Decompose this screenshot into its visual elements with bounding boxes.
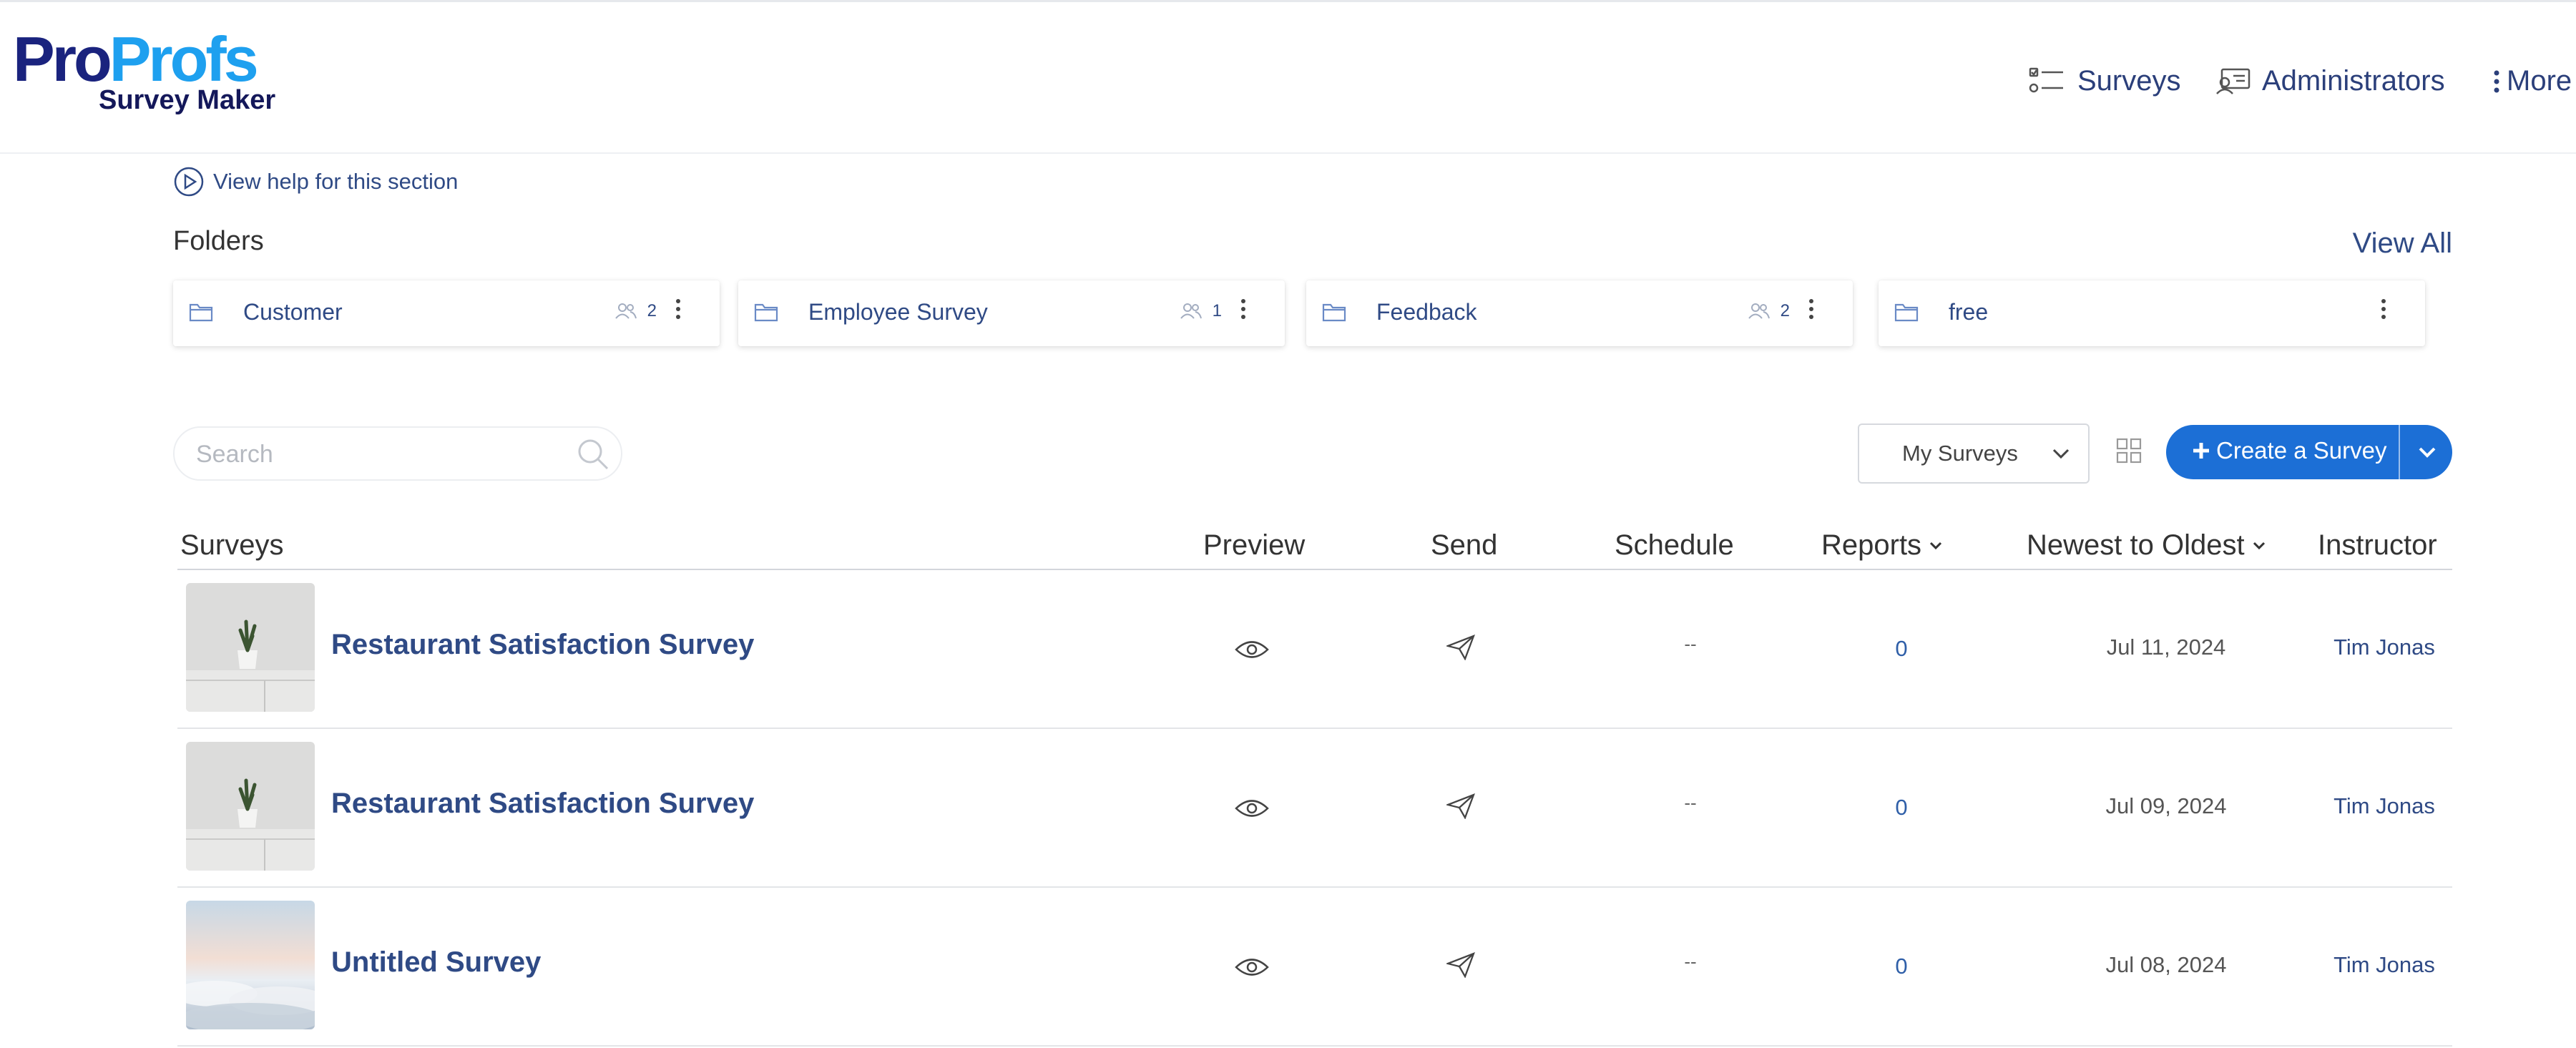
send-icon[interactable] — [1446, 635, 1475, 660]
folder-icon — [1322, 303, 1346, 322]
folder-name: Customer — [243, 299, 343, 325]
instructor-name[interactable]: Tim Jonas — [2316, 793, 2452, 819]
schedule-value: -- — [1684, 633, 1697, 655]
folder-icon — [189, 303, 213, 322]
instructor-name[interactable]: Tim Jonas — [2316, 952, 2452, 978]
reports-count[interactable]: 0 — [1880, 795, 1923, 821]
col-header-reports-label: Reports — [1821, 529, 1922, 561]
kebab-icon[interactable] — [1240, 298, 1246, 320]
chevron-down-icon — [2419, 447, 2435, 458]
eye-icon[interactable] — [1235, 956, 1269, 978]
logo-part-profs: Profs — [109, 24, 259, 94]
folder-card[interactable]: Employee Survey 1 — [738, 280, 1285, 346]
survey-thumbnail — [186, 583, 315, 712]
col-header-send: Send — [1431, 529, 1498, 561]
sort-dropdown[interactable]: Newest to Oldest — [2027, 529, 2266, 562]
kebab-icon[interactable] — [675, 298, 681, 320]
survey-thumbnail — [186, 901, 315, 1029]
logo[interactable]: ProProfs — [13, 28, 259, 91]
folder-name: free — [1949, 299, 1989, 325]
view-all-link[interactable]: View All — [2353, 227, 2452, 260]
table-row[interactable]: Untitled Survey -- 0 Jul 08, 2024 Tim Jo… — [177, 888, 2452, 1047]
plus-icon — [2193, 443, 2209, 459]
eye-icon[interactable] — [1235, 639, 1269, 660]
survey-title[interactable]: Untitled Survey — [331, 946, 541, 979]
chevron-down-icon — [2052, 449, 2070, 459]
folder-card[interactable]: Feedback 2 — [1306, 280, 1853, 346]
search-icon[interactable] — [575, 436, 611, 472]
col-header-reports[interactable]: Reports — [1821, 529, 1943, 562]
folder-name: Employee Survey — [808, 299, 988, 325]
logo-part-pro: Pro — [13, 24, 112, 94]
instructor-name[interactable]: Tim Jonas — [2316, 635, 2452, 660]
survey-date: Jul 08, 2024 — [2105, 952, 2227, 977]
header: ProProfs Survey Maker Surveys Administra… — [0, 2, 2576, 154]
folder-count: 2 — [1780, 301, 1790, 320]
search-box[interactable] — [173, 426, 622, 481]
eye-icon[interactable] — [1235, 798, 1269, 819]
nav-more-label: More — [2507, 65, 2572, 97]
col-header-preview: Preview — [1203, 529, 1306, 561]
col-header-schedule: Schedule — [1615, 529, 1734, 561]
reports-count[interactable]: 0 — [1880, 954, 1923, 979]
table-row[interactable]: Restaurant Satisfaction Survey -- 0 Jul … — [177, 729, 2452, 888]
play-circle-icon — [174, 167, 204, 197]
sort-dropdown-label: Newest to Oldest — [2027, 529, 2245, 561]
users-icon — [1180, 303, 1202, 319]
folder-card[interactable]: free — [1879, 280, 2425, 346]
users-icon — [614, 303, 637, 319]
create-survey-main[interactable]: Create a Survey — [2192, 437, 2386, 464]
survey-filter-value: My Surveys — [1902, 441, 2018, 466]
reports-count[interactable]: 0 — [1880, 636, 1923, 662]
survey-title[interactable]: Restaurant Satisfaction Survey — [331, 629, 754, 661]
admin-card-icon — [2216, 68, 2251, 94]
checklist-icon — [2029, 67, 2063, 92]
create-survey-button[interactable]: Create a Survey — [2166, 425, 2452, 479]
schedule-value: -- — [1684, 951, 1697, 972]
logo-subtitle: Survey Maker — [99, 85, 276, 115]
schedule-value: -- — [1684, 792, 1697, 813]
kebab-icon — [2494, 70, 2499, 92]
grid-view-icon[interactable] — [2116, 438, 2142, 464]
folder-icon — [1894, 303, 1919, 322]
users-icon — [1748, 303, 1770, 319]
folder-share-count: 2 — [1748, 301, 1790, 321]
folder-count: 1 — [1212, 301, 1222, 320]
folder-card[interactable]: Customer 2 — [173, 280, 720, 346]
folders-title: Folders — [173, 226, 264, 256]
folder-share-count: 1 — [1180, 301, 1222, 321]
chevron-down-icon — [2253, 542, 2265, 549]
nav-surveys-label: Surveys — [2077, 65, 2181, 97]
survey-filter-select[interactable]: My Surveys — [1858, 423, 2090, 484]
survey-date: Jul 09, 2024 — [2105, 793, 2227, 818]
table-row[interactable]: Restaurant Satisfaction Survey -- 0 Jul … — [177, 570, 2452, 729]
survey-title[interactable]: Restaurant Satisfaction Survey — [331, 788, 754, 820]
nav-administrators-label: Administrators — [2262, 65, 2445, 97]
col-header-instructor: Instructor — [2318, 529, 2437, 561]
folder-name: Feedback — [1376, 299, 1477, 325]
create-survey-label: Create a Survey — [2216, 437, 2387, 464]
create-survey-dropdown[interactable] — [2399, 425, 2452, 479]
send-icon[interactable] — [1446, 952, 1475, 978]
nav-more[interactable]: More — [2494, 65, 2572, 97]
help-link[interactable]: View help for this section — [173, 166, 458, 197]
folder-count: 2 — [647, 301, 657, 320]
folder-share-count: 2 — [614, 301, 657, 321]
nav-administrators[interactable]: Administrators — [2215, 65, 2445, 97]
help-link-label: View help for this section — [213, 169, 459, 194]
nav-surveys[interactable]: Surveys — [2029, 65, 2181, 97]
col-header-surveys: Surveys — [180, 529, 284, 561]
send-icon[interactable] — [1446, 793, 1475, 819]
chevron-down-icon — [1930, 542, 1942, 549]
folder-icon — [754, 303, 778, 322]
survey-thumbnail — [186, 742, 315, 871]
kebab-icon[interactable] — [2381, 298, 2386, 320]
survey-date: Jul 11, 2024 — [2106, 635, 2226, 660]
kebab-icon[interactable] — [1808, 298, 1814, 320]
search-input[interactable] — [195, 438, 555, 471]
